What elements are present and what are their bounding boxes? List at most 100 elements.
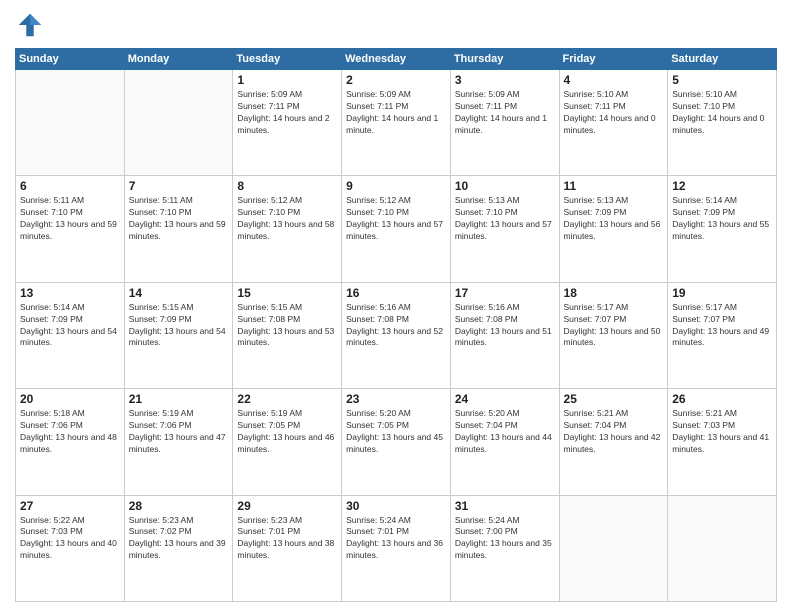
- logo-icon: [15, 10, 45, 40]
- cell-details: Sunrise: 5:19 AM Sunset: 7:05 PM Dayligh…: [237, 408, 337, 456]
- day-number: 21: [129, 392, 229, 406]
- calendar-cell: 6Sunrise: 5:11 AM Sunset: 7:10 PM Daylig…: [16, 176, 125, 282]
- calendar-cell: 25Sunrise: 5:21 AM Sunset: 7:04 PM Dayli…: [559, 389, 668, 495]
- calendar-cell: 28 Sunrise: 5:23 AM Sunset: 7:02 PM Dayli…: [124, 495, 233, 601]
- logo: [15, 10, 49, 40]
- cell-details: Sunrise: 5:17 AM Sunset: 7:07 PM Dayligh…: [672, 302, 772, 350]
- cell-details: Sunrise: 5:10 AM Sunset: 7:10 PM Dayligh…: [672, 89, 772, 137]
- day-number: 19: [672, 286, 772, 300]
- day-number: 8: [237, 179, 337, 193]
- cell-details: Sunrise: 5:21 AM Sunset: 7:04 PM Dayligh…: [564, 408, 664, 456]
- cell-details: Sunrise: 5:09 AM Sunset: 7:11 PM Dayligh…: [455, 89, 555, 137]
- calendar-cell: 11 Sunrise: 5:13 AM Sunset: 7:09 PM Dayli…: [559, 176, 668, 282]
- cell-details: Sunrise: 5:22 AM Sunset: 7:03 PM Dayligh…: [20, 515, 120, 563]
- calendar-cell: 7 Sunrise: 5:11 AM Sunset: 7:10 PM Daylig…: [124, 176, 233, 282]
- day-number: 4: [564, 73, 664, 87]
- calendar-cell: 30 Sunrise: 5:24 AM Sunset: 7:01 PM Dayli…: [342, 495, 451, 601]
- calendar-cell: [124, 70, 233, 176]
- calendar-cell: 18Sunrise: 5:17 AM Sunset: 7:07 PM Dayli…: [559, 282, 668, 388]
- calendar-cell: 9 Sunrise: 5:12 AM Sunset: 7:10 PM Daylig…: [342, 176, 451, 282]
- day-number: 27: [20, 499, 120, 513]
- calendar-cell: 10 Sunrise: 5:13 AM Sunset: 7:10 PM Dayli…: [450, 176, 559, 282]
- day-number: 24: [455, 392, 555, 406]
- calendar-cell: 1 Sunrise: 5:09 AM Sunset: 7:11 PM Daylig…: [233, 70, 342, 176]
- day-number: 22: [237, 392, 337, 406]
- weekday-header-tuesday: Tuesday: [233, 49, 342, 70]
- calendar-cell: 2Sunrise: 5:09 AM Sunset: 7:11 PM Daylig…: [342, 70, 451, 176]
- weekday-header-row: SundayMondayTuesdayWednesdayThursdayFrid…: [16, 49, 777, 70]
- calendar-cell: 5 Sunrise: 5:10 AM Sunset: 7:10 PM Daylig…: [668, 70, 777, 176]
- cell-details: Sunrise: 5:09 AM Sunset: 7:11 PM Dayligh…: [237, 89, 337, 137]
- weekday-header-wednesday: Wednesday: [342, 49, 451, 70]
- calendar-cell: 26Sunrise: 5:21 AM Sunset: 7:03 PM Dayli…: [668, 389, 777, 495]
- cell-details: Sunrise: 5:18 AM Sunset: 7:06 PM Dayligh…: [20, 408, 120, 456]
- cell-details: Sunrise: 5:17 AM Sunset: 7:07 PM Dayligh…: [564, 302, 664, 350]
- cell-details: Sunrise: 5:13 AM Sunset: 7:10 PM Dayligh…: [455, 195, 555, 243]
- calendar-cell: 3 Sunrise: 5:09 AM Sunset: 7:11 PM Daylig…: [450, 70, 559, 176]
- cell-details: Sunrise: 5:12 AM Sunset: 7:10 PM Dayligh…: [346, 195, 446, 243]
- day-number: 31: [455, 499, 555, 513]
- week-row-5: 27 Sunrise: 5:22 AM Sunset: 7:03 PM Dayli…: [16, 495, 777, 601]
- day-number: 20: [20, 392, 120, 406]
- day-number: 16: [346, 286, 446, 300]
- weekday-header-thursday: Thursday: [450, 49, 559, 70]
- calendar-cell: 17Sunrise: 5:16 AM Sunset: 7:08 PM Dayli…: [450, 282, 559, 388]
- cell-details: Sunrise: 5:20 AM Sunset: 7:05 PM Dayligh…: [346, 408, 446, 456]
- weekday-header-monday: Monday: [124, 49, 233, 70]
- day-number: 10: [455, 179, 555, 193]
- day-number: 26: [672, 392, 772, 406]
- calendar-cell: 20 Sunrise: 5:18 AM Sunset: 7:06 PM Dayli…: [16, 389, 125, 495]
- cell-details: Sunrise: 5:15 AM Sunset: 7:09 PM Dayligh…: [129, 302, 229, 350]
- cell-details: Sunrise: 5:13 AM Sunset: 7:09 PM Dayligh…: [564, 195, 664, 243]
- calendar-cell: 4 Sunrise: 5:10 AM Sunset: 7:11 PM Daylig…: [559, 70, 668, 176]
- cell-details: Sunrise: 5:24 AM Sunset: 7:00 PM Dayligh…: [455, 515, 555, 563]
- week-row-1: 1 Sunrise: 5:09 AM Sunset: 7:11 PM Daylig…: [16, 70, 777, 176]
- cell-details: Sunrise: 5:11 AM Sunset: 7:10 PM Dayligh…: [129, 195, 229, 243]
- calendar-table: SundayMondayTuesdayWednesdayThursdayFrid…: [15, 48, 777, 602]
- calendar-cell: 16 Sunrise: 5:16 AM Sunset: 7:08 PM Dayli…: [342, 282, 451, 388]
- week-row-3: 13Sunrise: 5:14 AM Sunset: 7:09 PM Dayli…: [16, 282, 777, 388]
- cell-details: Sunrise: 5:16 AM Sunset: 7:08 PM Dayligh…: [346, 302, 446, 350]
- cell-details: Sunrise: 5:23 AM Sunset: 7:02 PM Dayligh…: [129, 515, 229, 563]
- calendar-cell: 22 Sunrise: 5:19 AM Sunset: 7:05 PM Dayli…: [233, 389, 342, 495]
- weekday-header-sunday: Sunday: [16, 49, 125, 70]
- calendar-cell: 21 Sunrise: 5:19 AM Sunset: 7:06 PM Dayli…: [124, 389, 233, 495]
- day-number: 5: [672, 73, 772, 87]
- calendar-cell: 8Sunrise: 5:12 AM Sunset: 7:10 PM Daylig…: [233, 176, 342, 282]
- calendar-cell: [668, 495, 777, 601]
- calendar-cell: 19 Sunrise: 5:17 AM Sunset: 7:07 PM Dayli…: [668, 282, 777, 388]
- day-number: 29: [237, 499, 337, 513]
- header: [15, 10, 777, 40]
- page: SundayMondayTuesdayWednesdayThursdayFrid…: [0, 0, 792, 612]
- cell-details: Sunrise: 5:09 AM Sunset: 7:11 PM Dayligh…: [346, 89, 446, 137]
- cell-details: Sunrise: 5:19 AM Sunset: 7:06 PM Dayligh…: [129, 408, 229, 456]
- weekday-header-friday: Friday: [559, 49, 668, 70]
- day-number: 15: [237, 286, 337, 300]
- calendar-cell: 23 Sunrise: 5:20 AM Sunset: 7:05 PM Dayli…: [342, 389, 451, 495]
- calendar-cell: 14 Sunrise: 5:15 AM Sunset: 7:09 PM Dayli…: [124, 282, 233, 388]
- day-number: 12: [672, 179, 772, 193]
- day-number: 14: [129, 286, 229, 300]
- cell-details: Sunrise: 5:11 AM Sunset: 7:10 PM Dayligh…: [20, 195, 120, 243]
- calendar-cell: 27 Sunrise: 5:22 AM Sunset: 7:03 PM Dayli…: [16, 495, 125, 601]
- calendar-cell: 24Sunrise: 5:20 AM Sunset: 7:04 PM Dayli…: [450, 389, 559, 495]
- day-number: 30: [346, 499, 446, 513]
- calendar-cell: 13Sunrise: 5:14 AM Sunset: 7:09 PM Dayli…: [16, 282, 125, 388]
- day-number: 3: [455, 73, 555, 87]
- cell-details: Sunrise: 5:10 AM Sunset: 7:11 PM Dayligh…: [564, 89, 664, 137]
- calendar-cell: 12Sunrise: 5:14 AM Sunset: 7:09 PM Dayli…: [668, 176, 777, 282]
- day-number: 13: [20, 286, 120, 300]
- day-number: 7: [129, 179, 229, 193]
- day-number: 23: [346, 392, 446, 406]
- calendar-cell: 29Sunrise: 5:23 AM Sunset: 7:01 PM Dayli…: [233, 495, 342, 601]
- day-number: 11: [564, 179, 664, 193]
- calendar-cell: 15Sunrise: 5:15 AM Sunset: 7:08 PM Dayli…: [233, 282, 342, 388]
- day-number: 28: [129, 499, 229, 513]
- week-row-4: 20 Sunrise: 5:18 AM Sunset: 7:06 PM Dayli…: [16, 389, 777, 495]
- weekday-header-saturday: Saturday: [668, 49, 777, 70]
- cell-details: Sunrise: 5:24 AM Sunset: 7:01 PM Dayligh…: [346, 515, 446, 563]
- cell-details: Sunrise: 5:16 AM Sunset: 7:08 PM Dayligh…: [455, 302, 555, 350]
- day-number: 1: [237, 73, 337, 87]
- day-number: 9: [346, 179, 446, 193]
- calendar-cell: 31 Sunrise: 5:24 AM Sunset: 7:00 PM Dayli…: [450, 495, 559, 601]
